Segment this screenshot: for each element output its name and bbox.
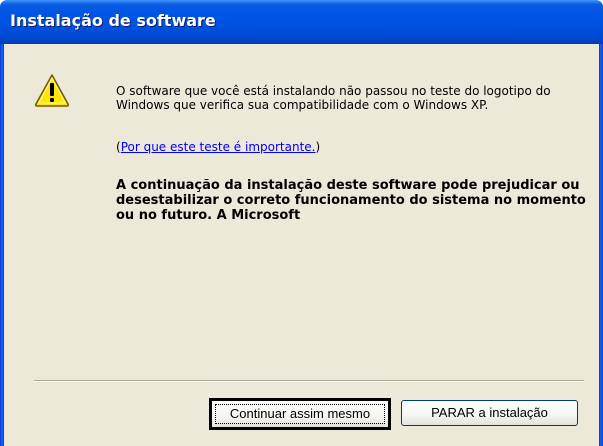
title-bar[interactable]: Instalação de software bbox=[0, 0, 603, 44]
dialog-body: O software que você está instalando não … bbox=[4, 44, 599, 446]
warning-text: A continuação da instalação deste softwa… bbox=[116, 178, 586, 223]
window-title: Instalação de software bbox=[10, 11, 216, 30]
separator-line bbox=[34, 380, 584, 382]
stop-button-label: PARAR a instalação bbox=[431, 405, 548, 420]
warning-icon bbox=[34, 74, 70, 107]
why-test-important-link[interactable]: Por que este teste é importante. bbox=[121, 140, 316, 154]
stop-installation-button[interactable]: PARAR a instalação bbox=[401, 400, 578, 426]
why-link-container: (Por que este teste é importante.) bbox=[116, 140, 320, 154]
dialog-window: Instalação de software O software que vo… bbox=[0, 0, 603, 446]
message-text: O software que você está instalando não … bbox=[116, 84, 551, 112]
window-frame-right bbox=[599, 44, 603, 446]
focus-ring bbox=[215, 404, 385, 424]
continue-anyway-button[interactable]: Continuar assim mesmo bbox=[209, 398, 391, 430]
link-close-paren: ) bbox=[315, 140, 321, 154]
